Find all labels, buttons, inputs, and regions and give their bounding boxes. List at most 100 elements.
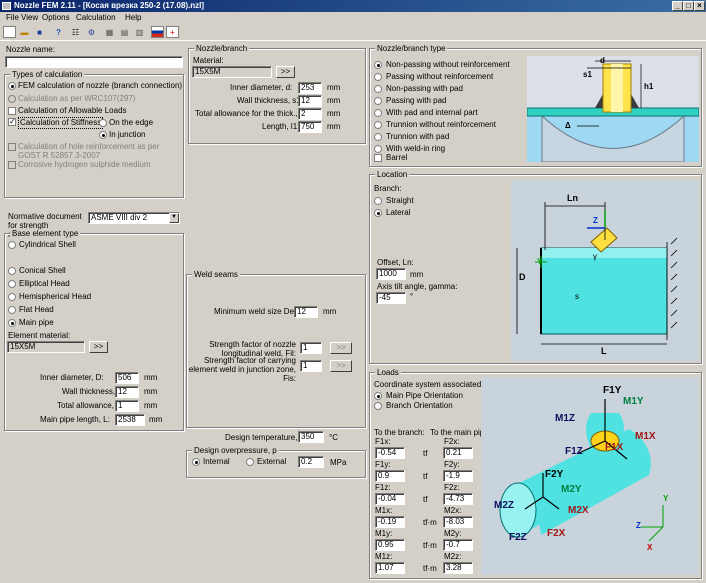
chk-corrosive[interactable] xyxy=(8,161,16,169)
menu-options[interactable]: Options xyxy=(42,12,70,24)
load-value-main[interactable]: 0.21 xyxy=(443,447,473,459)
nozzle-type-label: Trunnion without reinforcement xyxy=(386,120,496,129)
temperature-unit: °C xyxy=(329,433,338,442)
calculate-icon[interactable]: ☷ xyxy=(69,26,82,38)
chk-barrel[interactable] xyxy=(374,154,382,162)
radio-lateral[interactable] xyxy=(374,209,382,217)
pressure-input[interactable]: 0.2 xyxy=(298,456,324,468)
radio-on-edge[interactable] xyxy=(99,119,107,127)
table-icon[interactable]: ▦ xyxy=(103,26,116,38)
load-value-branch[interactable]: -0.19 xyxy=(375,516,405,528)
diag-m1x: M1X xyxy=(635,431,656,442)
l1-input[interactable]: 750 xyxy=(298,121,322,133)
save-icon[interactable]: ■ xyxy=(33,26,46,38)
load-value-main[interactable]: -0.7 xyxy=(443,539,473,551)
radio-nozzle-type[interactable] xyxy=(374,97,382,105)
radio-branch-orientation[interactable] xyxy=(374,402,382,410)
radio-hemispherical[interactable] xyxy=(8,293,16,301)
radio-main-orientation[interactable] xyxy=(374,392,382,400)
help-icon[interactable]: ? xyxy=(52,26,65,38)
load-value-main[interactable]: -8.03 xyxy=(443,516,473,528)
diagram-D-label: D xyxy=(519,272,526,282)
stiffness-label: Calculation of Stiffness xyxy=(18,117,104,129)
D-input[interactable]: 506 xyxy=(115,372,139,384)
branch-legend: Nozzle/branch xyxy=(194,44,250,53)
radio-nozzle-type[interactable] xyxy=(374,133,382,141)
fis-button[interactable]: >> xyxy=(330,360,352,372)
load-value-branch[interactable]: 0.95 xyxy=(375,539,405,551)
nozzle-name-input[interactable] xyxy=(5,56,183,68)
load-unit: tf xyxy=(423,495,428,504)
radio-conical[interactable] xyxy=(8,267,16,275)
radio-cylindrical[interactable] xyxy=(8,241,16,249)
diagram-s1-label: s1 xyxy=(583,70,592,79)
load-value-main[interactable]: -1.9 xyxy=(443,470,473,482)
maximize-button[interactable]: □ xyxy=(683,1,694,11)
menu-file[interactable]: File xyxy=(6,12,19,24)
load-unit: tf xyxy=(423,449,428,458)
wrc-label: Calculation as per WRC107(297) xyxy=(18,94,136,103)
russian-flag-icon[interactable] xyxy=(151,26,164,38)
load-value-branch[interactable]: -0.04 xyxy=(375,493,405,505)
settings-icon[interactable]: ⚙ xyxy=(85,26,98,38)
element-material-button[interactable]: >> xyxy=(89,341,108,353)
cs-input[interactable]: 2 xyxy=(298,108,322,120)
menu-calculation[interactable]: Calculation xyxy=(76,12,116,24)
radio-main-pipe[interactable] xyxy=(8,319,16,327)
cs-label: Total allowance for the thick., cs: xyxy=(195,109,311,118)
delta-input[interactable]: 12 xyxy=(294,306,318,318)
radio-wrc[interactable] xyxy=(8,95,16,103)
radio-nozzle-type[interactable] xyxy=(374,73,382,81)
load-value-branch[interactable]: -0.54 xyxy=(375,447,405,459)
tilt-input[interactable]: -45 xyxy=(376,292,406,304)
branch-material-field[interactable]: 15X5M xyxy=(192,66,272,78)
L-input[interactable]: 2538 xyxy=(115,414,145,426)
radio-nozzle-type[interactable] xyxy=(374,85,382,93)
menu-help[interactable]: Help xyxy=(125,12,141,24)
L-label: Main pipe length, L: xyxy=(40,415,110,424)
radio-nozzle-type[interactable] xyxy=(374,145,382,153)
radio-elliptical[interactable] xyxy=(8,280,16,288)
chk-stiffness[interactable]: ✓ xyxy=(8,118,16,126)
open-folder-icon[interactable]: ▬ xyxy=(18,26,31,38)
close-button[interactable]: × xyxy=(694,1,705,11)
load-value-branch[interactable]: 1.07 xyxy=(375,562,405,574)
load-value-main[interactable]: -4.73 xyxy=(443,493,473,505)
chk-allowable[interactable] xyxy=(8,107,16,115)
s-input[interactable]: 12 xyxy=(115,386,139,398)
radio-nozzle-type[interactable] xyxy=(374,61,382,69)
radio-fem[interactable] xyxy=(8,82,16,90)
print-icon[interactable]: ▥ xyxy=(133,26,146,38)
temperature-input[interactable]: 350 xyxy=(298,431,324,443)
fis-input[interactable]: 1 xyxy=(300,360,322,372)
load-name-main: M2z: xyxy=(444,552,462,561)
offset-input[interactable]: 1000 xyxy=(376,268,406,280)
fil-button[interactable]: >> xyxy=(330,342,352,354)
radio-straight[interactable] xyxy=(374,197,382,205)
radio-nozzle-type[interactable] xyxy=(374,121,382,129)
minimize-button[interactable]: _ xyxy=(672,1,683,11)
s1-input[interactable]: 12 xyxy=(298,95,322,107)
radio-in-junction[interactable] xyxy=(99,131,107,139)
report-icon[interactable]: ▤ xyxy=(118,26,131,38)
element-material-field[interactable]: 15X5M xyxy=(7,341,85,353)
load-value-main[interactable]: 3.28 xyxy=(443,562,473,574)
english-flag-icon[interactable]: + xyxy=(166,26,179,38)
menu-view[interactable]: View xyxy=(21,12,38,24)
dropdown-arrow-icon[interactable]: ▼ xyxy=(169,213,179,223)
c-input[interactable]: 1 xyxy=(115,400,139,412)
radio-external[interactable] xyxy=(246,458,254,466)
radio-nozzle-type[interactable] xyxy=(374,109,382,117)
load-value-branch[interactable]: 0.9 xyxy=(375,470,405,482)
branch-material-button[interactable]: >> xyxy=(276,66,295,78)
radio-flat[interactable] xyxy=(8,306,16,314)
load-name-branch: F1y: xyxy=(375,460,391,469)
fil-input[interactable]: 1 xyxy=(300,342,322,354)
normative-select[interactable]: ASME VIII div 2 ▼ xyxy=(88,212,180,224)
chk-hole[interactable] xyxy=(8,143,16,151)
new-file-icon[interactable] xyxy=(3,26,16,38)
conical-label: Conical Shell xyxy=(19,266,66,275)
nozzle-type-label: Trunnion with pad xyxy=(386,132,450,141)
radio-internal[interactable] xyxy=(192,458,200,466)
d-input[interactable]: 253 xyxy=(298,82,322,94)
